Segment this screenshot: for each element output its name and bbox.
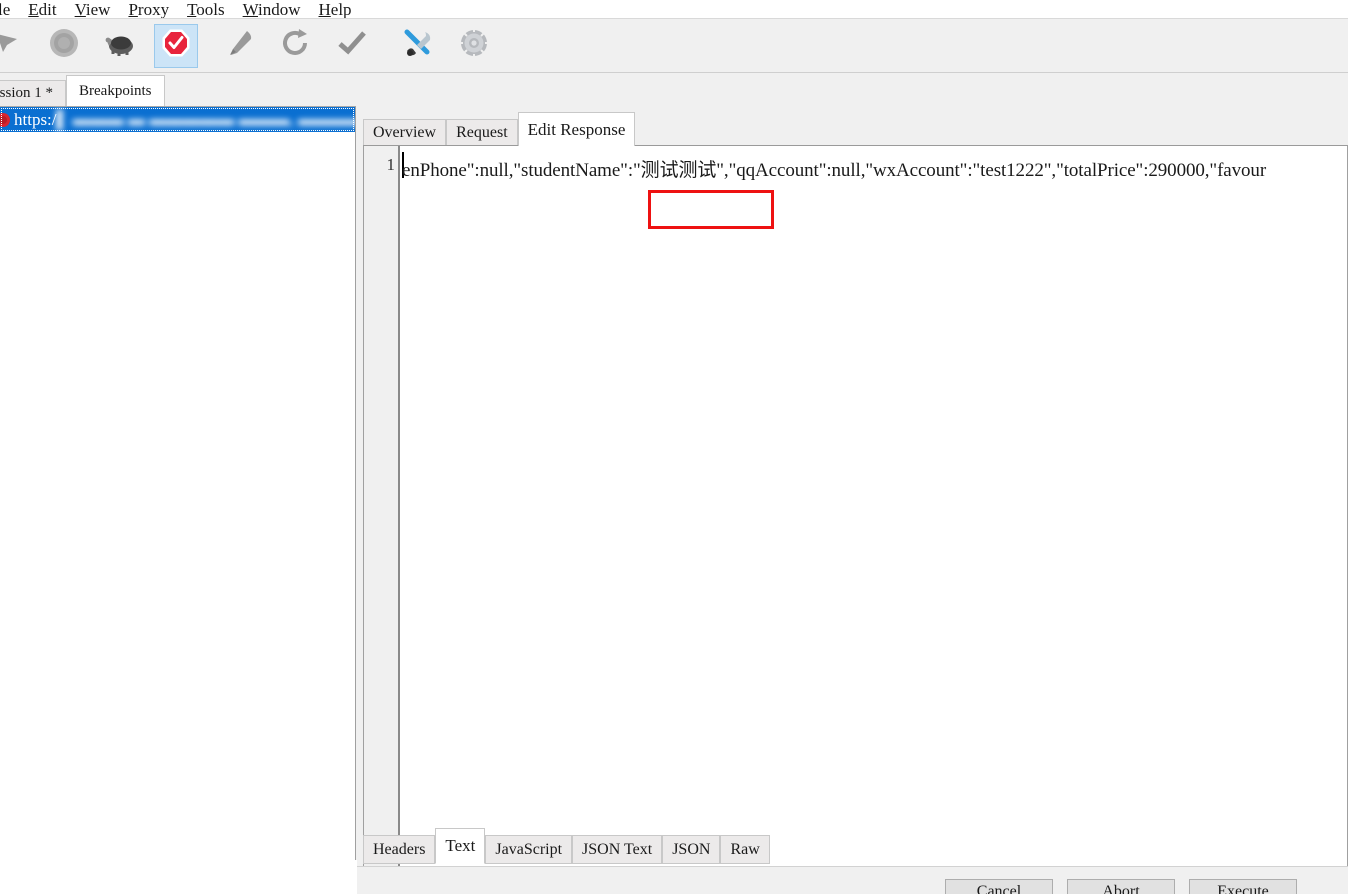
breakpoint-marker-icon: [0, 112, 11, 128]
detail-panel: Overview Request Edit Response 1 enPhone…: [357, 106, 1348, 894]
menu-bar: le Edit View Proxy Tools Window Help: [0, 0, 1348, 19]
settings-button[interactable]: [452, 24, 496, 68]
session-tab-bar: ession 1 * Breakpoints: [0, 73, 1348, 106]
validate-check-icon: [335, 26, 369, 65]
repeat-request-button[interactable]: [274, 24, 318, 68]
main-toolbar: [0, 19, 1348, 73]
execute-button[interactable]: Execute: [1189, 879, 1297, 894]
validate-button[interactable]: [330, 24, 374, 68]
tab-request[interactable]: Request: [446, 119, 518, 146]
response-body-text: enPhone":null,"studentName":"测试测试","qqAc…: [402, 155, 1266, 182]
tab-edit-response[interactable]: Edit Response: [518, 112, 636, 146]
tab-json[interactable]: JSON: [662, 835, 720, 864]
breakpoint-list-panel: https:/▌ ▬▬▬ ▬ ▬▬▬▬▬ ▬▬▬, ▬▬▬▬▬ ▬ ▬▬of/p…: [0, 106, 356, 894]
repeat-icon: [279, 26, 313, 65]
dialog-button-bar: Cancel Abort Execute: [357, 866, 1348, 894]
list-item: https:/▌ ▬▬▬ ▬ ▬▬▬▬▬ ▬▬▬, ▬▬▬▬▬ ▬ ▬▬of/p…: [14, 110, 355, 130]
tree-panel-filler: [0, 860, 357, 894]
clear-session-button[interactable]: [0, 24, 30, 68]
record-button[interactable]: [42, 24, 86, 68]
breakpoints-icon: [159, 26, 193, 65]
url-redacted: ▌ ▬▬▬ ▬ ▬▬▬▬▬ ▬▬▬, ▬▬▬▬▬ ▬ ▬▬: [57, 110, 355, 130]
menu-tools[interactable]: Tools: [178, 0, 234, 19]
cancel-button[interactable]: Cancel: [945, 879, 1053, 894]
tools-icon: [401, 26, 435, 65]
menu-file[interactable]: le: [0, 0, 19, 19]
editor-text-area[interactable]: 1 enPhone":null,"studentName":"测试测试","qq…: [364, 146, 1347, 868]
detail-tab-bar: Overview Request Edit Response: [363, 112, 635, 146]
tab-json-text[interactable]: JSON Text: [572, 835, 662, 864]
clear-session-icon: [0, 26, 25, 65]
tab-javascript[interactable]: JavaScript: [485, 835, 572, 864]
breakpoints-toggle-button[interactable]: [154, 24, 198, 68]
session-tab-breakpoints[interactable]: Breakpoints: [66, 75, 165, 106]
menu-window[interactable]: Window: [234, 0, 310, 19]
tab-headers[interactable]: Headers: [363, 835, 435, 864]
tab-text[interactable]: Text: [435, 828, 485, 864]
line-number: 1: [387, 155, 396, 175]
menu-view[interactable]: View: [66, 0, 120, 19]
throttle-turtle-icon: [103, 28, 137, 63]
url-prefix: https:/: [14, 110, 57, 129]
tools-button[interactable]: [396, 24, 440, 68]
tab-raw[interactable]: Raw: [720, 835, 769, 864]
throttle-button[interactable]: [98, 24, 142, 68]
compose-pen-icon: [223, 26, 257, 65]
menu-edit[interactable]: Edit: [19, 0, 65, 19]
response-editor: 1 enPhone":null,"studentName":"测试测试","qq…: [363, 145, 1348, 894]
compose-request-button[interactable]: [218, 24, 262, 68]
line-number-gutter: 1: [364, 146, 400, 868]
menu-proxy[interactable]: Proxy: [119, 0, 178, 19]
session-tab-session-1[interactable]: ession 1 *: [0, 80, 66, 106]
menu-help[interactable]: Help: [310, 0, 361, 19]
table-row[interactable]: https:/▌ ▬▬▬ ▬ ▬▬▬▬▬ ▬▬▬, ▬▬▬▬▬ ▬ ▬▬of/p…: [0, 107, 355, 132]
annotation-highlight-box: [648, 190, 774, 229]
record-icon: [47, 26, 81, 65]
charles-proxy-window: le Edit View Proxy Tools Window Help: [0, 0, 1348, 894]
abort-button[interactable]: Abort: [1067, 879, 1175, 894]
view-tab-bar: Headers Text JavaScript JSON Text JSON R…: [363, 828, 770, 864]
settings-gear-icon: [457, 26, 491, 65]
tab-overview[interactable]: Overview: [363, 119, 446, 146]
